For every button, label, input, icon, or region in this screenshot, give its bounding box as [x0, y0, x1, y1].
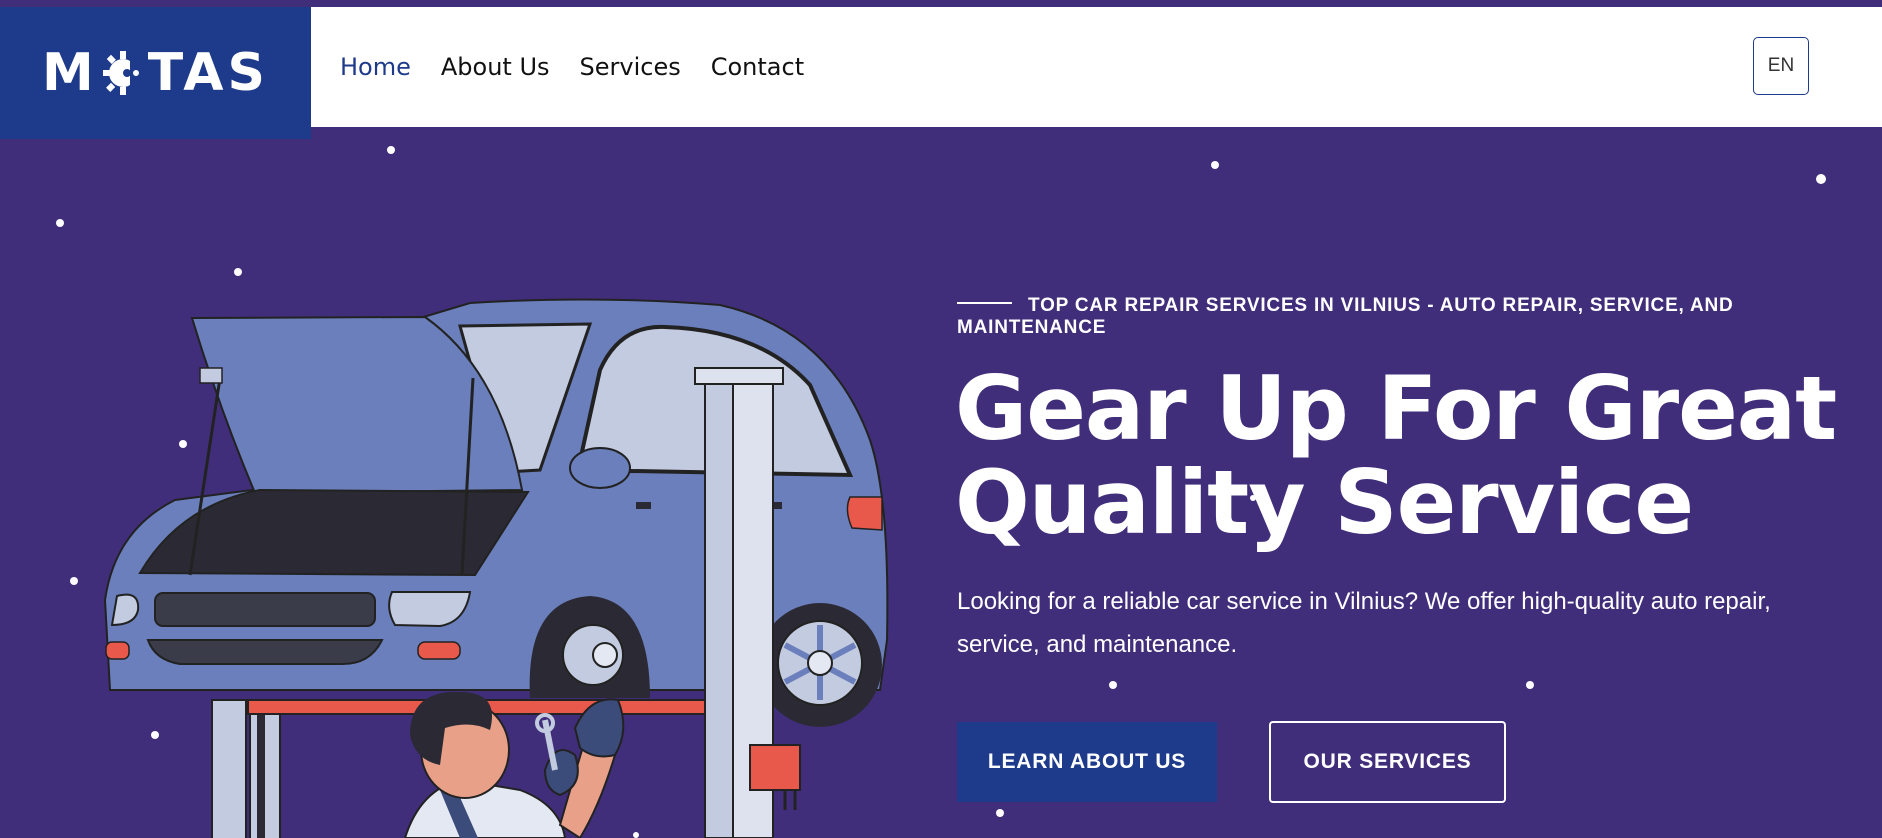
nav-home[interactable]: Home	[340, 53, 411, 81]
top-accent-bar	[0, 0, 1882, 7]
hero-eyebrow: TOP CAR REPAIR SERVICES IN VILNIUS - AUT…	[957, 295, 1757, 339]
hero-title: Gear Up For Great Quality Service	[955, 362, 1855, 550]
hero-eyebrow-text: TOP CAR REPAIR SERVICES IN VILNIUS - AUT…	[957, 295, 1734, 338]
gear-logo-icon	[102, 51, 146, 95]
our-services-button[interactable]: OUR SERVICES	[1269, 721, 1506, 803]
learn-about-us-button[interactable]: LEARN ABOUT US	[957, 722, 1217, 802]
main-nav: Home About Us Services Contact	[340, 7, 804, 127]
nav-contact[interactable]: Contact	[711, 53, 804, 81]
eyebrow-line	[957, 301, 1012, 304]
logo[interactable]: M TAS	[0, 7, 311, 139]
hero-subtitle: Looking for a reliable car service in Vi…	[957, 588, 1771, 658]
hero-title-line2: Quality Service	[955, 451, 1694, 554]
language-selector[interactable]: EN	[1753, 37, 1809, 95]
logo-text: M TAS	[42, 43, 269, 103]
nav-services[interactable]: Services	[580, 53, 681, 81]
hero-title-line1: Gear Up For Great	[955, 357, 1837, 460]
logo-letters-tas: TAS	[147, 43, 269, 103]
car-repair-illustration	[103, 298, 889, 838]
logo-letter-m: M	[42, 43, 98, 103]
nav-about-us[interactable]: About Us	[441, 53, 550, 81]
